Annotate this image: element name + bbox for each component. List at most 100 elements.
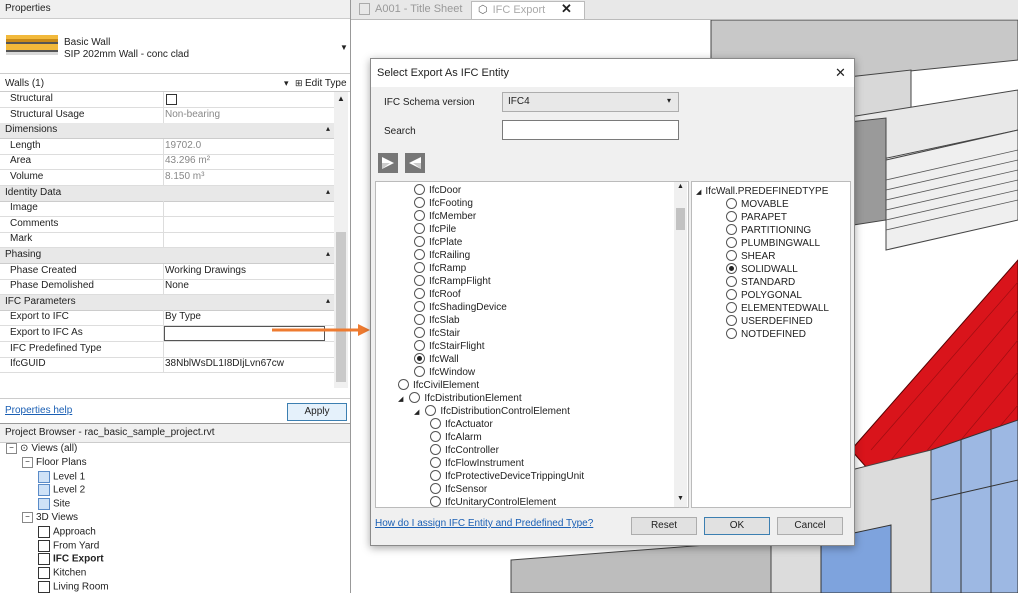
predefined-item[interactable]: MOVABLE xyxy=(726,197,789,211)
radio-button[interactable] xyxy=(398,378,409,390)
radio-button[interactable] xyxy=(414,196,425,208)
radio-button[interactable] xyxy=(726,327,737,339)
entity-item[interactable]: IfcAlarm xyxy=(430,430,482,444)
browser-item[interactable]: −3D Views xyxy=(22,512,78,523)
collapse-toggle-icon[interactable]: − xyxy=(22,456,33,468)
property-row[interactable]: Length 19702.0 xyxy=(0,138,334,155)
entity-item[interactable]: IfcCivilElement xyxy=(398,378,479,392)
entity-item[interactable]: IfcStair xyxy=(414,326,460,340)
property-row[interactable]: IfcGUID 38NblWsDL1I8DIjLvn67cw xyxy=(0,357,334,374)
radio-button[interactable] xyxy=(414,183,425,195)
schema-select[interactable]: IFC4 ▾ xyxy=(502,92,679,112)
predefined-item[interactable]: PARAPET xyxy=(726,210,787,224)
radio-button[interactable] xyxy=(414,248,425,260)
assign-help-link[interactable]: How do I assign IFC Entity and Predefine… xyxy=(375,518,593,529)
browser-item[interactable]: Approach xyxy=(38,525,96,538)
browser-item[interactable]: IFC Export xyxy=(38,553,104,566)
type-dropdown-icon[interactable]: ▼ xyxy=(340,43,348,52)
radio-button[interactable] xyxy=(430,417,441,429)
property-section[interactable]: Dimensions ▴ xyxy=(0,123,334,140)
entity-item[interactable]: IfcRampFlight xyxy=(414,274,491,288)
property-row[interactable]: Comments xyxy=(0,216,334,233)
radio-button[interactable] xyxy=(726,249,737,261)
property-row[interactable]: IFC Predefined Type xyxy=(0,341,334,358)
properties-help-link[interactable]: Properties help xyxy=(5,405,72,416)
entity-scroll-thumb[interactable] xyxy=(676,208,685,230)
radio-button[interactable] xyxy=(409,391,421,403)
collapse-all-button[interactable] xyxy=(405,153,425,173)
radio-button[interactable] xyxy=(430,430,441,442)
browser-item[interactable]: Level 1 xyxy=(38,470,85,483)
reset-button[interactable]: Reset xyxy=(631,517,697,535)
property-row[interactable]: Structural Usage Non-bearing xyxy=(0,107,334,124)
entity-item[interactable]: IfcWindow xyxy=(414,365,475,379)
structural-checkbox[interactable] xyxy=(166,94,177,105)
entity-item[interactable]: IfcActuator xyxy=(430,417,493,431)
entity-item[interactable]: IfcStairFlight xyxy=(414,339,485,353)
property-row[interactable]: Volume 8.150 m³ xyxy=(0,170,334,186)
scroll-up-icon[interactable]: ▲ xyxy=(337,94,345,103)
entity-item[interactable]: IfcRamp xyxy=(414,261,466,275)
browser-item[interactable]: − Floor Plans xyxy=(22,456,87,468)
browser-item[interactable]: Living Room xyxy=(38,581,109,593)
predefined-item[interactable]: SOLIDWALL xyxy=(726,262,798,276)
property-section[interactable]: Identity Data ▴ xyxy=(0,185,334,202)
expand-all-button[interactable] xyxy=(378,153,398,173)
properties-scrollbar[interactable]: ▲ xyxy=(334,92,348,388)
radio-button[interactable] xyxy=(414,209,425,221)
radio-button[interactable] xyxy=(726,210,737,222)
entity-item[interactable]: IfcSensor xyxy=(430,482,487,496)
radio-button[interactable] xyxy=(726,262,737,274)
entity-item[interactable]: IfcRailing xyxy=(414,248,470,262)
cancel-button[interactable]: Cancel xyxy=(777,517,843,535)
entity-item[interactable]: IfcWall xyxy=(414,352,459,366)
radio-button[interactable] xyxy=(414,222,425,234)
browser-item[interactable]: Level 2 xyxy=(38,484,85,497)
expanded-triangle-icon[interactable]: ◢ xyxy=(414,409,419,416)
predefined-item[interactable]: SHEAR xyxy=(726,249,775,263)
browser-item[interactable]: From Yard xyxy=(38,539,99,552)
browser-item[interactable]: Kitchen xyxy=(38,567,86,580)
entity-item[interactable]: ◢ IfcDistributionControlElement xyxy=(414,404,570,418)
tab-title-sheet[interactable]: A001 - Title Sheet xyxy=(353,1,477,18)
browser-item[interactable]: − ⊙ Views (all) xyxy=(6,443,77,454)
entity-item[interactable]: IfcRoof xyxy=(414,287,461,301)
radio-button[interactable] xyxy=(414,352,425,364)
radio-button[interactable] xyxy=(430,482,441,494)
entity-item[interactable]: IfcPlate xyxy=(414,235,462,249)
radio-button[interactable] xyxy=(726,197,737,209)
collapse-toggle-icon[interactable]: − xyxy=(22,512,33,523)
property-section[interactable]: IFC Parameters ▴ xyxy=(0,294,334,311)
entity-scrollbar[interactable]: ▲ ▼ xyxy=(674,182,687,507)
collapse-section-icon[interactable]: ▴ xyxy=(326,296,330,305)
radio-button[interactable] xyxy=(430,443,441,455)
entity-item[interactable]: IfcSlab xyxy=(414,313,460,327)
type-selector[interactable]: Basic Wall SIP 202mm Wall - conc clad ▼ xyxy=(0,19,350,74)
collapse-section-icon[interactable]: ▴ xyxy=(326,249,330,258)
radio-button[interactable] xyxy=(430,495,441,507)
radio-button[interactable] xyxy=(726,236,737,248)
entity-item[interactable]: IfcShadingDevice xyxy=(414,300,507,314)
property-row[interactable]: Phase Created Working Drawings xyxy=(0,263,334,280)
filter-dropdown-icon[interactable]: ▾ xyxy=(284,78,289,89)
property-row[interactable]: Area 43.296 m² xyxy=(0,154,334,171)
radio-button[interactable] xyxy=(414,235,425,247)
radio-button[interactable] xyxy=(726,301,737,313)
entity-item[interactable]: IfcMember xyxy=(414,209,476,223)
predefined-item[interactable]: PLUMBINGWALL xyxy=(726,236,820,250)
radio-button[interactable] xyxy=(726,314,737,326)
entity-item[interactable]: IfcFlowInstrument xyxy=(430,456,524,470)
predefined-item[interactable]: USERDEFINED xyxy=(726,314,813,328)
search-input[interactable] xyxy=(502,120,679,140)
scroll-down-icon[interactable]: ▼ xyxy=(677,495,684,502)
predefined-item[interactable]: ELEMENTEDWALL xyxy=(726,301,829,315)
radio-button[interactable] xyxy=(726,288,737,300)
collapse-toggle-icon[interactable]: − xyxy=(6,443,17,454)
close-tab-icon[interactable]: ✕ xyxy=(561,1,572,17)
property-row[interactable]: Image xyxy=(0,201,334,218)
radio-button[interactable] xyxy=(414,274,425,286)
radio-button[interactable] xyxy=(414,261,425,273)
collapse-section-icon[interactable]: ▴ xyxy=(326,187,330,196)
radio-button[interactable] xyxy=(414,339,425,351)
browser-item[interactable]: Site xyxy=(38,498,70,511)
